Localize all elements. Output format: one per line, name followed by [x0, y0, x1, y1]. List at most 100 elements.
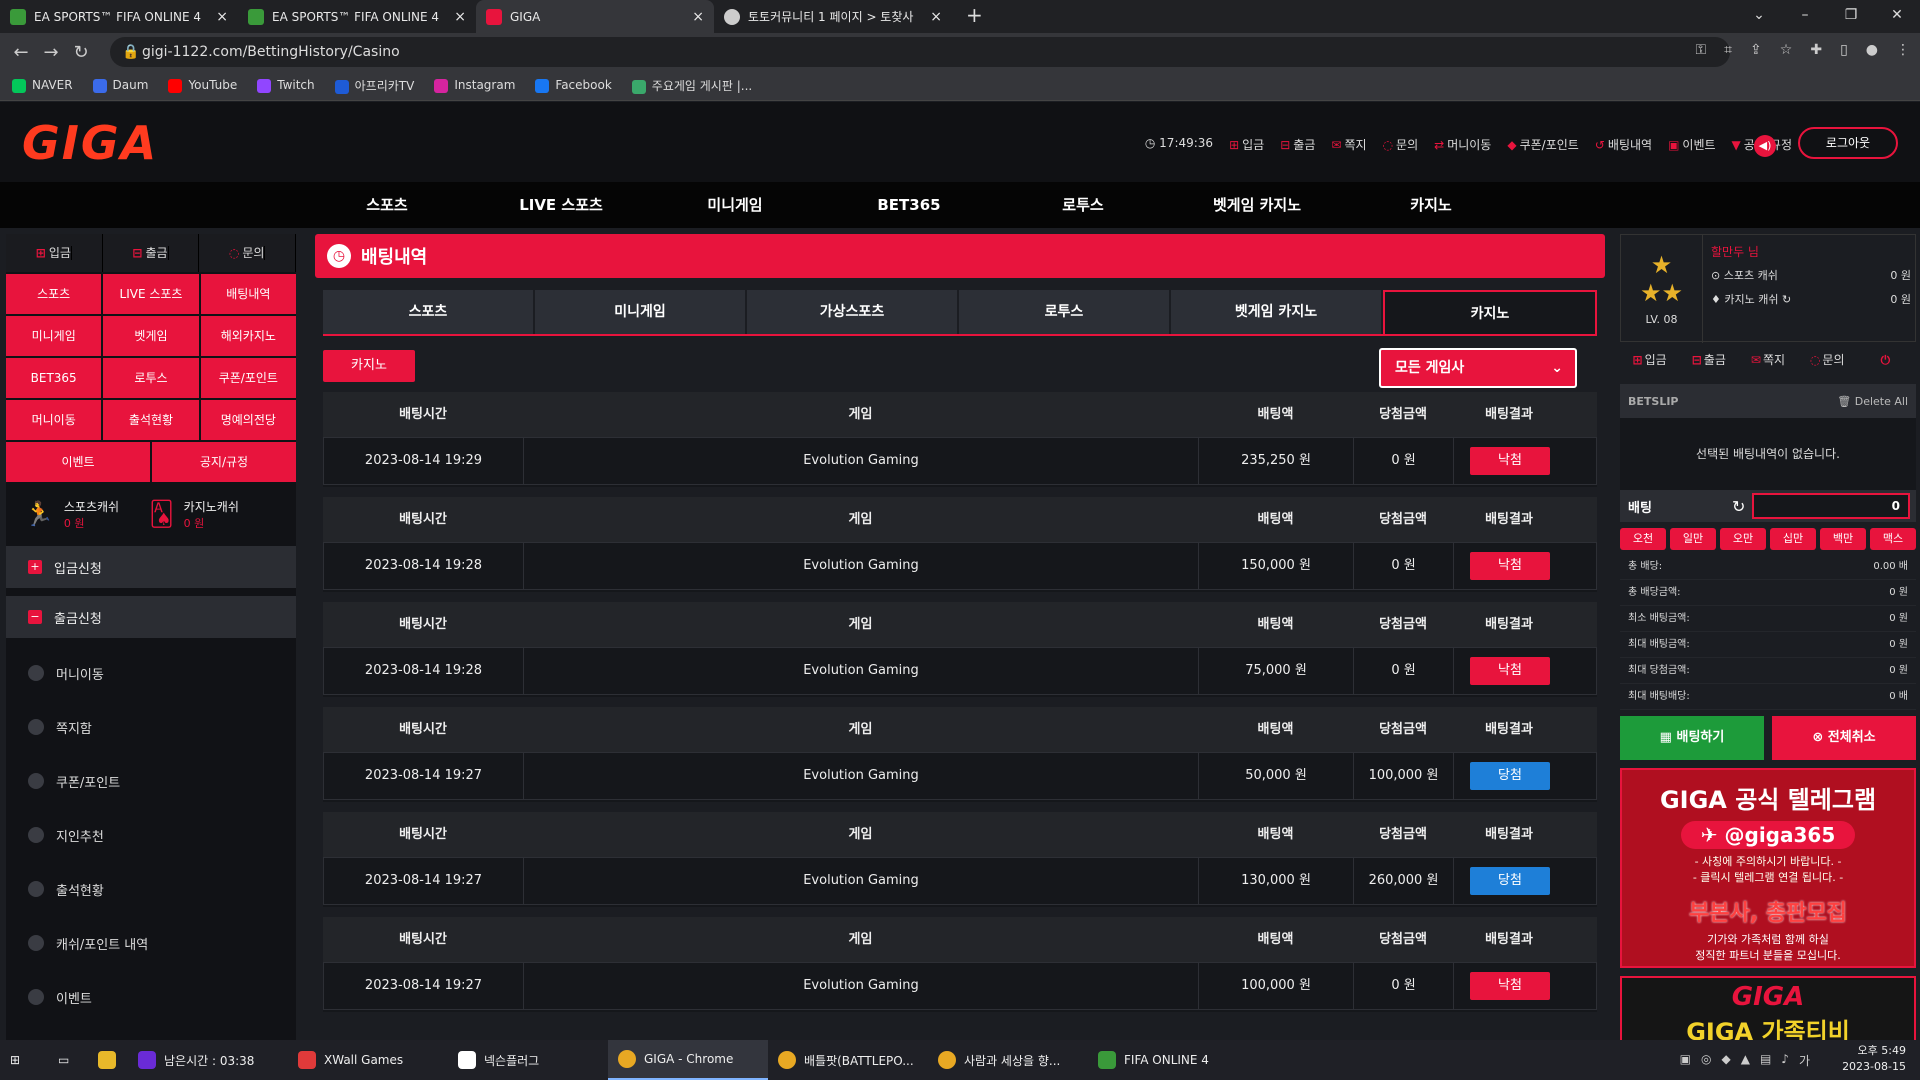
profile-inquiry-button[interactable]: ◌ 문의 — [1798, 344, 1857, 376]
bookmark[interactable]: Daum — [92, 78, 148, 93]
result-badge[interactable]: 낙첨 — [1470, 552, 1550, 580]
chip-button[interactable]: 맥스 — [1870, 528, 1916, 550]
browser-tab[interactable]: 토토커뮤니티 1 페이지 > 토찾사 × — [714, 0, 952, 33]
top-link-coupon[interactable]: ◆ 쿠폰/포인트 — [1507, 136, 1578, 153]
bookmark[interactable]: YouTube — [168, 78, 237, 93]
task-view-icon[interactable]: ▭ — [48, 1040, 88, 1080]
top-link-inquiry[interactable]: ◌ 문의 — [1383, 136, 1419, 153]
taskbar-app[interactable]: XWall Games — [288, 1040, 448, 1080]
taskbar-clock[interactable]: 오후 5:49 2023-08-15 — [1842, 1043, 1906, 1075]
reload-icon[interactable]: ↻ — [66, 42, 96, 63]
chip-button[interactable]: 백만 — [1820, 528, 1866, 550]
bookmark[interactable]: Instagram — [434, 78, 515, 93]
tab-betgame-casino[interactable]: 벳게임 카지노 — [1171, 290, 1381, 334]
grid-item[interactable]: 명예의전당 — [200, 400, 296, 440]
withdraw-request-button[interactable]: − 출금신청 — [6, 596, 296, 638]
nav-live-sports[interactable]: LIVE 스포츠 — [474, 182, 648, 228]
profile-deposit-button[interactable]: ⊞ 입금 — [1620, 344, 1679, 376]
browser-tab-active[interactable]: GIGA × — [476, 0, 714, 33]
grid-item[interactable]: 로투스 — [103, 358, 199, 398]
provider-select[interactable]: 모든 게임사 ⌄ — [1379, 348, 1577, 388]
nav-lotus[interactable]: 로투스 — [996, 182, 1170, 228]
power-icon[interactable]: ⏻ — [1857, 344, 1916, 376]
grid-item[interactable]: 벳게임 — [103, 316, 199, 356]
restore-icon[interactable]: ❐ — [1828, 0, 1874, 33]
nav-minigame[interactable]: 미니게임 — [648, 182, 822, 228]
chip-button[interactable]: 십만 — [1770, 528, 1816, 550]
place-bet-button[interactable]: ▦ 배팅하기 — [1620, 716, 1764, 760]
grid-item[interactable]: BET365 — [6, 358, 102, 398]
tab-virtual-sports[interactable]: 가상스포츠 — [747, 290, 957, 334]
quick-withdraw-button[interactable]: ⊟ 출금 — [102, 234, 200, 272]
grid-item[interactable]: LIVE 스포츠 — [103, 274, 199, 314]
grid-item[interactable]: 공지/규정 — [152, 442, 296, 482]
result-badge[interactable]: 당첨 — [1470, 867, 1550, 895]
refresh-icon[interactable]: ↻ — [1732, 497, 1745, 516]
tab-minigame[interactable]: 미니게임 — [535, 290, 745, 334]
tray-icon[interactable]: ▣ — [1680, 1052, 1691, 1069]
telegram-promo-banner[interactable]: GIGA 공식 텔레그램 ✈ @giga365 - 사칭에 주의하시기 바랍니다… — [1620, 768, 1916, 968]
taskbar-app[interactable]: 사람과 세상을 향... — [928, 1040, 1088, 1080]
result-badge[interactable]: 낙첨 — [1470, 447, 1550, 475]
start-icon[interactable]: ⊞ — [0, 1040, 48, 1080]
cancel-all-button[interactable]: ⊗ 전체취소 — [1772, 716, 1916, 760]
tray-icon[interactable]: ◎ — [1701, 1052, 1711, 1069]
quick-deposit-button[interactable]: ⊞ 입금 — [6, 234, 103, 272]
taskbar-app-active[interactable]: GIGA - Chrome — [608, 1040, 768, 1080]
sidebar-item-inbox[interactable]: 쪽지함 — [6, 700, 296, 754]
browser-tab[interactable]: EA SPORTS™ FIFA ONLINE 4 × — [0, 0, 238, 33]
forward-icon[interactable]: → — [36, 42, 66, 63]
result-badge[interactable]: 낙첨 — [1470, 657, 1550, 685]
tab-search-icon[interactable]: ⌄ — [1736, 0, 1782, 33]
top-link-money-transfer[interactable]: ⇄ 머니이동 — [1434, 136, 1491, 153]
profile-message-button[interactable]: ✉ 쪽지 — [1738, 344, 1797, 376]
casino-filter-button[interactable]: 카지노 — [323, 350, 415, 382]
top-link-event[interactable]: ▣ 이벤트 — [1668, 136, 1715, 153]
grid-item[interactable]: 해외카지노 — [200, 316, 296, 356]
nav-casino[interactable]: 카지노 — [1344, 182, 1518, 228]
bookmark[interactable]: Facebook — [535, 78, 612, 93]
profile-icon[interactable]: ● — [1866, 42, 1878, 58]
grid-item[interactable]: 배팅내역 — [200, 274, 296, 314]
deposit-request-button[interactable]: + 입금신청 — [6, 546, 296, 588]
tray-icon[interactable]: ◆ — [1721, 1052, 1730, 1069]
close-icon[interactable]: × — [454, 9, 466, 25]
sidebar-item-coupon[interactable]: 쿠폰/포인트 — [6, 754, 296, 808]
sidebar-item-event[interactable]: 이벤트 — [6, 970, 296, 1024]
chip-button[interactable]: 일만 — [1670, 528, 1716, 550]
nav-sports[interactable]: 스포츠 — [300, 182, 474, 228]
sidebar-item-attendance[interactable]: 출석현황 — [6, 862, 296, 916]
taskbar-app[interactable]: 남은시간 : 03:38 — [128, 1040, 288, 1080]
top-link-deposit[interactable]: ⊞ 입금 — [1229, 136, 1264, 153]
bet-amount-input[interactable]: 0 — [1752, 493, 1910, 519]
profile-withdraw-button[interactable]: ⊟ 출금 — [1679, 344, 1738, 376]
taskbar-app[interactable]: FIFA ONLINE 4 — [1088, 1040, 1248, 1080]
volume-icon[interactable]: ♪ — [1781, 1052, 1789, 1069]
file-explorer-icon[interactable] — [88, 1040, 128, 1080]
quick-inquiry-button[interactable]: ◌ 문의 — [199, 234, 297, 272]
sidebar-icon[interactable]: ▯ — [1840, 42, 1848, 58]
nav-bet365[interactable]: BET365 — [822, 182, 996, 228]
top-link-withdraw[interactable]: ⊟ 출금 — [1280, 136, 1315, 153]
chip-button[interactable]: 오만 — [1720, 528, 1766, 550]
tab-sports[interactable]: 스포츠 — [323, 290, 533, 334]
logout-button[interactable]: 로그아웃 — [1798, 127, 1898, 159]
browser-tab[interactable]: EA SPORTS™ FIFA ONLINE 4 × — [238, 0, 476, 33]
bookmark[interactable]: 아프리카TV — [334, 77, 414, 94]
minimize-icon[interactable]: – — [1782, 0, 1828, 33]
url-field[interactable]: 🔒 gigi-1122.com/BettingHistory/Casino — [110, 37, 1730, 67]
bookmark[interactable]: 주요게임 게시판 |... — [631, 77, 752, 94]
new-tab-icon[interactable]: + — [966, 3, 983, 27]
chip-button[interactable]: 오천 — [1620, 528, 1666, 550]
bookmark[interactable]: Twitch — [257, 78, 315, 93]
network-icon[interactable]: ▤ — [1760, 1052, 1771, 1069]
grid-item[interactable]: 쿠폰/포인트 — [200, 358, 296, 398]
giga-logo[interactable]: GIGA — [22, 116, 158, 170]
top-link-message[interactable]: ✉ 쪽지 — [1331, 136, 1366, 153]
share-icon[interactable]: ⇪ — [1750, 42, 1762, 58]
sidebar-item-cash-history[interactable]: 캐쉬/포인트 내역 — [6, 916, 296, 970]
tab-casino[interactable]: 카지노 — [1383, 290, 1597, 334]
close-icon[interactable]: × — [216, 9, 228, 25]
grid-item[interactable]: 머니이동 — [6, 400, 102, 440]
star-icon[interactable]: ☆ — [1780, 42, 1793, 58]
